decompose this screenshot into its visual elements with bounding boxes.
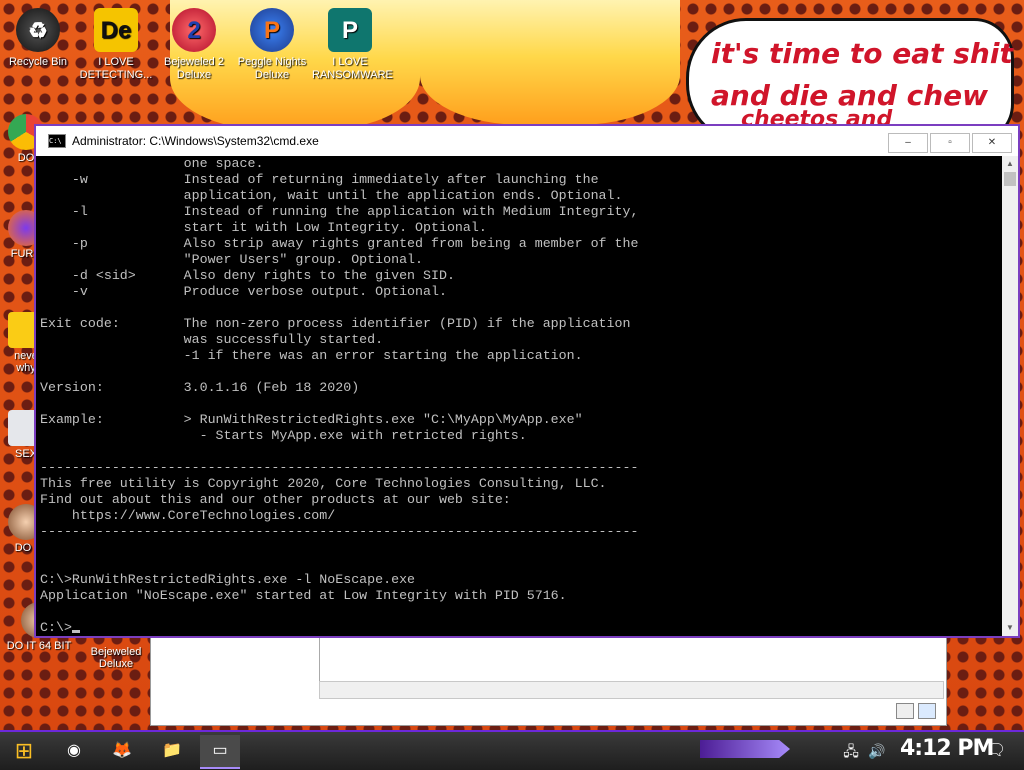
speech-line-1: it's time to eat shit <box>711 37 1013 70</box>
window-title: Administrator: C:\Windows\System32\cmd.e… <box>72 134 319 148</box>
taskbar-decoration <box>700 740 790 758</box>
console-line: Example: > RunWithRestrictedRights.exe "… <box>40 412 583 427</box>
cmd-titlebar[interactable]: C:\ Administrator: C:\Windows\System32\c… <box>36 126 1018 156</box>
console-line: This free utility is Copyright 2020, Cor… <box>40 476 607 491</box>
console-line: ----------------------------------------… <box>40 524 639 539</box>
desktop-icon-bejeweled-2[interactable]: 2 Bejeweled 2 Deluxe <box>156 8 232 82</box>
console-line: "Power Users" group. Optional. <box>40 252 424 267</box>
cmd-window[interactable]: C:\ Administrator: C:\Windows\System32\c… <box>34 124 1020 638</box>
console-line: Find out about this and our other produc… <box>40 492 511 507</box>
desktop-icon-peggle[interactable]: P Peggle Nights Deluxe <box>234 8 310 82</box>
recycle-bin-icon: ♻ <box>16 8 60 52</box>
console-line: -l Instead of running the application wi… <box>40 204 639 219</box>
desktop-icon-label: I LOVE DETECTING... <box>79 56 153 81</box>
command-prompt[interactable]: C:\> <box>40 620 1000 636</box>
console-line: application, wait until the application … <box>40 188 623 203</box>
background-explorer-window <box>150 636 947 726</box>
scroll-thumb[interactable] <box>1004 172 1016 186</box>
firefox-taskbar-icon[interactable]: 🦊 <box>102 735 142 767</box>
details-view-icon[interactable] <box>896 703 914 719</box>
maximize-button[interactable]: ▫ <box>930 133 970 153</box>
cmd-app-icon: C:\ <box>48 134 66 148</box>
desktop-icon-label: Bejeweled Deluxe <box>90 646 142 670</box>
large-icons-view-icon[interactable] <box>918 703 936 719</box>
desktop-icon-label: Recycle Bin <box>8 56 68 68</box>
desktop-icon-label: Peggle Nights Deluxe <box>237 56 307 81</box>
scroll-up-arrow-icon[interactable]: ▲ <box>1002 156 1018 172</box>
pane-divider <box>319 637 320 681</box>
prompt-text: C:\> <box>40 620 72 635</box>
start-button[interactable]: ⊞ <box>4 735 44 767</box>
scroll-down-arrow-icon[interactable]: ▼ <box>1002 620 1018 636</box>
volume-icon[interactable]: 🔊 <box>866 735 888 767</box>
console-line: start it with Low Integrity. Optional. <box>40 220 487 235</box>
console-line: one space. <box>40 156 264 171</box>
network-icon[interactable]: 🖧 <box>840 735 862 767</box>
console-line: Version: 3.0.1.16 (Feb 18 2020) <box>40 380 360 395</box>
minimize-button[interactable]: – <box>888 133 928 153</box>
file-explorer-taskbar-icon[interactable]: 📁 <box>152 735 192 767</box>
console-line: - Starts MyApp.exe with retricted rights… <box>40 428 527 443</box>
console-line: -w Instead of returning immediately afte… <box>40 172 599 187</box>
cmd-taskbar-icon[interactable]: ▭ <box>200 735 240 769</box>
desktop-icon-label: DO <box>17 152 35 164</box>
desktop-icon-recycle-bin[interactable]: ♻ Recycle Bin <box>0 8 76 69</box>
desktop-icon-detecting[interactable]: De I LOVE DETECTING... <box>78 8 154 82</box>
console-line: Application "NoEscape.exe" started at Lo… <box>40 588 567 603</box>
notification-icon[interactable]: 🗨 <box>976 735 1016 767</box>
desktop-icon-ransomware[interactable]: P I LOVE RANSOMWARE <box>312 8 393 82</box>
console-output[interactable]: one space. -w Instead of returning immed… <box>40 156 1000 636</box>
console-line: -1 if there was an error starting the ap… <box>40 348 583 363</box>
text-cursor <box>71 630 80 633</box>
console-line: -v Produce verbose output. Optional. <box>40 284 447 299</box>
horizontal-scrollbar[interactable] <box>319 681 944 699</box>
close-button[interactable]: ✕ <box>972 133 1012 153</box>
console-line: https://www.CoreTechnologies.com/ <box>40 508 336 523</box>
desktop-icon-label: I LOVE RANSOMWARE <box>312 56 393 81</box>
detecting-app-icon: De <box>94 8 138 52</box>
console-line: -d <sid> Also deny rights to the given S… <box>40 268 455 283</box>
peggle-icon: P <box>250 8 294 52</box>
chrome-taskbar-icon[interactable]: ◉ <box>54 735 94 767</box>
ransomware-icon: P <box>328 8 372 52</box>
vertical-scrollbar[interactable]: ▲ ▼ <box>1002 156 1018 636</box>
console-line: C:\>RunWithRestrictedRights.exe -l NoEsc… <box>40 572 416 587</box>
desktop-icon-label: DO IT 64 BIT <box>6 640 72 652</box>
console-line: -p Also strip away rights granted from b… <box>40 236 639 251</box>
console-line: was successfully started. <box>40 332 384 347</box>
bejeweled-icon: 2 <box>172 8 216 52</box>
console-line: Exit code: The non-zero process identifi… <box>40 316 631 331</box>
console-line: ----------------------------------------… <box>40 460 639 475</box>
desktop-icon-bejeweled-deluxe[interactable]: Bejeweled Deluxe <box>84 646 148 670</box>
desktop-icon-label: Bejeweled 2 Deluxe <box>164 56 224 81</box>
taskbar: ⊞ ◉ 🦊 📁 ▭ 🖧 🔊 4:12 PM 🗨 <box>0 730 1024 770</box>
flame-decoration <box>420 0 680 125</box>
